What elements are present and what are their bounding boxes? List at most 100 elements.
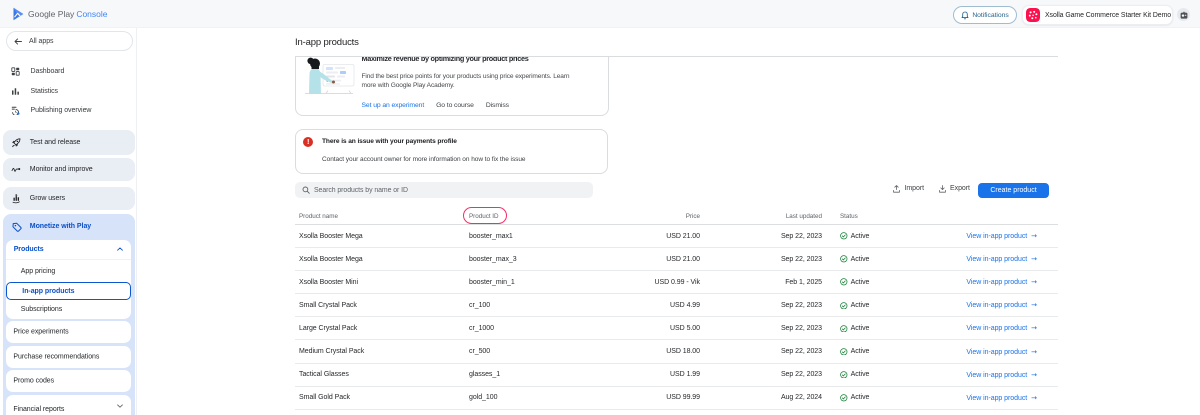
price-cell: USD 4.99 xyxy=(589,302,700,309)
active-check-icon xyxy=(840,302,848,310)
sidebar-item-monitor-and-improve[interactable]: Monitor and improve xyxy=(3,158,135,181)
arrow-right-icon: → xyxy=(1031,348,1037,356)
view-product-link[interactable]: View in-app product→ xyxy=(966,256,1037,263)
active-check-icon xyxy=(840,348,848,356)
action-cell: View in-app product→ xyxy=(935,232,1037,240)
status-label: Active xyxy=(851,302,870,309)
sidebar-item-monetize-with-play[interactable]: Monetize with Play xyxy=(3,214,135,239)
price-cell: USD 1.99 xyxy=(589,371,700,378)
table-row: Small Crystal Pack cr_100 USD 4.99 Sep 2… xyxy=(295,294,1058,317)
sidebar-item-subscriptions[interactable]: Subscriptions xyxy=(6,300,132,319)
column-last-updated: Last updated xyxy=(700,213,822,220)
table-row: Xsolla Booster Mega booster_max_3 USD 21… xyxy=(295,248,1058,271)
action-cell: View in-app product→ xyxy=(935,324,1037,332)
account-avatar[interactable] xyxy=(1177,8,1190,21)
view-product-link[interactable]: View in-app product→ xyxy=(966,279,1037,286)
last-updated-cell: Sep 22, 2023 xyxy=(700,302,822,309)
active-check-icon xyxy=(840,394,848,402)
growth-icon xyxy=(11,193,22,204)
search-input[interactable] xyxy=(314,187,554,194)
sidebar-item-publishing-overview[interactable]: Publishing overview xyxy=(0,101,137,120)
status-cell: Active xyxy=(840,348,935,356)
logo-text: Google PlayConsole xyxy=(28,9,108,19)
status-label: Active xyxy=(851,325,870,332)
sidebar-item-label: App pricing xyxy=(21,268,55,275)
sidebar-section-label: Grow users xyxy=(30,195,65,202)
sidebar-item-app-pricing[interactable]: App pricing xyxy=(6,260,132,282)
product-id-cell: booster_min_1 xyxy=(469,279,589,286)
sidebar-item-test-and-release[interactable]: Test and release xyxy=(3,130,135,155)
last-updated-cell: Sep 22, 2023 xyxy=(700,371,822,378)
view-product-link[interactable]: View in-app product→ xyxy=(966,395,1037,402)
arrow-right-icon: → xyxy=(1031,324,1037,332)
column-product-name: Product name xyxy=(299,213,469,220)
page-title: In-app products xyxy=(295,37,359,48)
price-cell: USD 0.99 - Vik xyxy=(589,279,700,286)
view-product-link[interactable]: View in-app product→ xyxy=(966,302,1037,309)
product-id-cell: booster_max1 xyxy=(469,233,589,240)
app-name: Xsolla Game Commerce Starter Kit Demo xyxy=(1045,12,1171,19)
dismiss-link[interactable]: Dismiss xyxy=(486,102,509,109)
status-cell: Active xyxy=(840,302,935,310)
create-product-button[interactable]: Create product xyxy=(978,183,1049,198)
sidebar-item-purchase-recommendations[interactable]: Purchase recommendations xyxy=(6,346,132,368)
tag-icon xyxy=(12,222,22,232)
notifications-button[interactable]: Notifications xyxy=(953,6,1017,24)
column-price: Price xyxy=(589,213,700,220)
alert-body: Contact your account owner for more info… xyxy=(322,156,525,163)
arrow-right-icon: → xyxy=(1031,394,1037,402)
view-product-link[interactable]: View in-app product→ xyxy=(966,325,1037,332)
all-apps-button[interactable]: All apps xyxy=(6,31,133,51)
play-console-logo[interactable]: Google PlayConsole xyxy=(13,0,108,28)
logo-product: Console xyxy=(76,9,107,19)
import-button[interactable]: Import xyxy=(893,185,924,193)
status-cell: Active xyxy=(840,255,935,263)
table-row: Large Crystal Pack cr_1000 USD 5.00 Sep … xyxy=(295,317,1058,340)
import-label: Import xyxy=(905,185,925,192)
logo-brand: Google Play xyxy=(28,9,74,19)
arrow-right-icon: → xyxy=(1031,232,1037,240)
product-id-cell: cr_1000 xyxy=(469,325,589,332)
go-to-course-link[interactable]: Go to course xyxy=(436,102,474,109)
sidebar: All apps Dashboard Statistics Publishing… xyxy=(0,28,137,415)
action-cell: View in-app product→ xyxy=(935,371,1037,379)
view-product-link[interactable]: View in-app product→ xyxy=(966,372,1037,379)
play-triangle-icon xyxy=(13,7,24,21)
create-product-label: Create product xyxy=(990,187,1036,194)
chevron-up-icon xyxy=(117,247,123,251)
last-updated-cell: Sep 22, 2023 xyxy=(700,348,822,355)
alert-title: There is an issue with your payments pro… xyxy=(322,138,457,145)
view-product-link[interactable]: View in-app product→ xyxy=(966,233,1037,240)
account-icon xyxy=(1180,11,1188,19)
product-id-cell: cr_100 xyxy=(469,302,589,309)
sidebar-item-dashboard[interactable]: Dashboard xyxy=(0,62,137,81)
sidebar-item-price-experiments[interactable]: Price experiments xyxy=(6,321,132,343)
product-name-cell: Large Crystal Pack xyxy=(299,325,469,332)
status-label: Active xyxy=(851,394,870,401)
products-group-header[interactable]: Products xyxy=(6,240,132,260)
price-cell: USD 18.00 xyxy=(589,348,700,355)
sidebar-item-label: Publishing overview xyxy=(31,107,92,114)
sidebar-item-financial-reports[interactable]: Financial reports xyxy=(6,395,132,415)
view-product-link[interactable]: View in-app product→ xyxy=(966,349,1037,356)
sidebar-item-in-app-products[interactable]: In-app products xyxy=(6,282,131,300)
sidebar-item-grow-users[interactable]: Grow users xyxy=(3,187,135,210)
last-updated-cell: Sep 22, 2023 xyxy=(700,325,822,332)
price-experiment-illustration xyxy=(302,57,356,95)
product-name-cell: Tactical Glasses xyxy=(299,371,469,378)
active-check-icon xyxy=(840,278,848,286)
sidebar-item-label: Dashboard xyxy=(31,68,65,75)
app-switcher[interactable]: Xsolla Game Commerce Starter Kit Demo xyxy=(1022,5,1173,25)
sidebar-item-promo-codes[interactable]: Promo codes xyxy=(6,370,132,392)
set-up-an-experiment-link[interactable]: Set up an experiment xyxy=(362,102,425,109)
all-apps-label: All apps xyxy=(29,38,54,45)
sidebar-item-label: In-app products xyxy=(22,288,74,295)
export-button[interactable]: Export xyxy=(939,185,970,193)
publishing-overview-icon xyxy=(11,106,20,115)
last-updated-cell: Sep 22, 2023 xyxy=(700,256,822,263)
sidebar-item-statistics[interactable]: Statistics xyxy=(0,82,137,101)
export-label: Export xyxy=(950,185,970,192)
bell-icon xyxy=(961,11,969,20)
table-row: Small Gold Pack gold_100 USD 99.99 Aug 2… xyxy=(295,387,1058,410)
last-updated-cell: Aug 22, 2024 xyxy=(700,394,822,401)
